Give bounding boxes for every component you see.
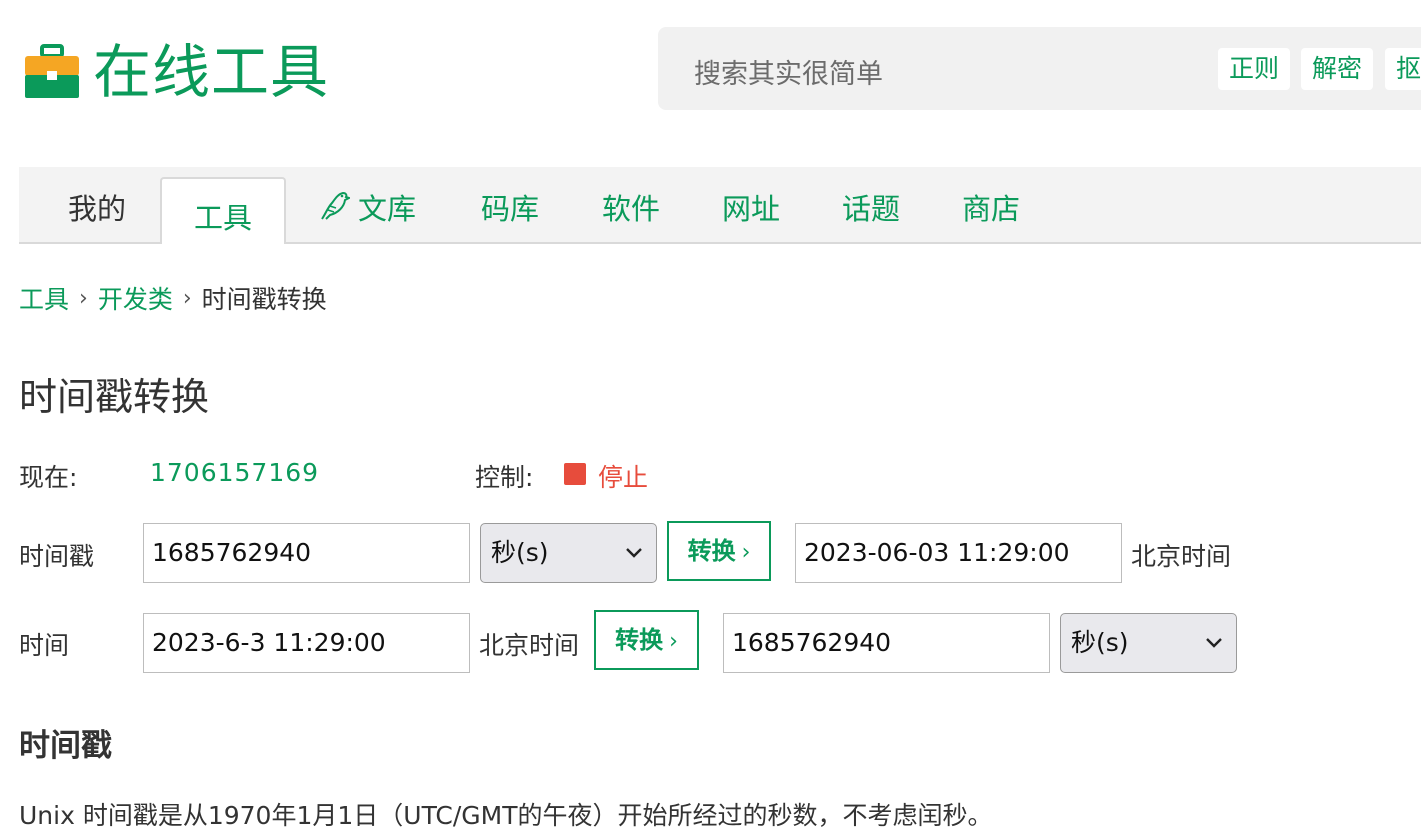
tab-mine[interactable]: 我的: [68, 187, 126, 232]
breadcrumb-current: 时间戳转换: [201, 285, 327, 314]
search-placeholder: 搜索其实很简单: [694, 59, 883, 90]
now-label: 现在:: [19, 463, 78, 492]
tab-shop[interactable]: 商店: [962, 187, 1020, 232]
timestamp-unit-value: 秒(s): [491, 538, 549, 567]
breadcrumb-dev[interactable]: 开发类: [98, 280, 173, 316]
result-unit-value: 秒(s): [1071, 628, 1129, 657]
control-label: 控制:: [475, 463, 534, 492]
tab-topics[interactable]: 话题: [842, 187, 900, 232]
quick-tag-regex[interactable]: 正则: [1218, 48, 1291, 90]
timezone-label: 北京时间: [479, 631, 580, 660]
breadcrumb-separator: ›: [79, 285, 88, 311]
convert-label: 转换: [615, 626, 664, 654]
convert-label: 转换: [687, 537, 736, 565]
stop-icon[interactable]: [564, 463, 586, 485]
convert-datetime-button[interactable]: 转换 ›: [594, 610, 699, 670]
quick-tag-decrypt[interactable]: 解密: [1301, 48, 1374, 90]
timestamp-label: 时间戳: [19, 542, 95, 571]
site-logo[interactable]: 在线工具: [25, 42, 329, 102]
timezone-label: 北京时间: [1131, 542, 1232, 571]
main-nav: 我的 工具 文库 码库 软件 网址 话题 商店: [19, 167, 1421, 244]
breadcrumb-tools[interactable]: 工具: [19, 280, 69, 316]
quick-tag-matting[interactable]: 抠: [1385, 48, 1421, 90]
result-unit-select[interactable]: 秒(s): [1060, 613, 1237, 673]
timestamp-unit-select[interactable]: 秒(s): [480, 523, 657, 583]
timestamp-result[interactable]: 1685762940: [723, 613, 1050, 673]
chevron-down-icon: [1206, 638, 1222, 648]
tab-library-label: 文库: [358, 192, 417, 226]
stop-button[interactable]: 停止: [598, 458, 648, 494]
chevron-right-icon: ›: [741, 540, 751, 565]
tab-software[interactable]: 软件: [602, 187, 660, 232]
tab-sites[interactable]: 网址: [722, 187, 780, 232]
page-title: 时间戳转换: [19, 375, 210, 419]
breadcrumb: 工具 › 开发类 › 时间戳转换: [19, 280, 327, 316]
bird-icon: [321, 191, 350, 220]
page: 在线工具 搜索其实很简单 正则 解密 抠 我的 工具 文库 码库 软件 网址 话…: [0, 0, 1421, 838]
now-timestamp: 1706157169: [150, 458, 320, 487]
section-heading: 时间戳: [19, 728, 112, 764]
datetime-result[interactable]: 2023-06-03 11:29:00: [795, 523, 1122, 583]
tab-code[interactable]: 码库: [481, 187, 539, 232]
time-label: 时间: [19, 631, 70, 660]
datetime-input[interactable]: 2023-6-3 11:29:00: [143, 613, 470, 673]
tab-tools-label: 工具: [193, 201, 252, 235]
chevron-right-icon: ›: [669, 629, 678, 654]
tab-tools[interactable]: 工具: [160, 177, 286, 244]
chevron-down-icon: [626, 548, 642, 558]
convert-timestamp-button[interactable]: 转换 ›: [667, 521, 771, 581]
toolbox-icon: [25, 44, 79, 98]
timestamp-input[interactable]: 1685762940: [143, 523, 470, 583]
search-bar[interactable]: 搜索其实很简单 正则 解密 抠: [658, 27, 1421, 110]
breadcrumb-separator: ›: [182, 285, 192, 311]
logo-text: 在线工具: [93, 38, 330, 106]
tab-library[interactable]: 文库: [316, 187, 416, 232]
timestamp-description: Unix 时间戳是从1970年1月1日（UTC/GMT的午夜）开始所经过的秒数，…: [19, 801, 993, 830]
